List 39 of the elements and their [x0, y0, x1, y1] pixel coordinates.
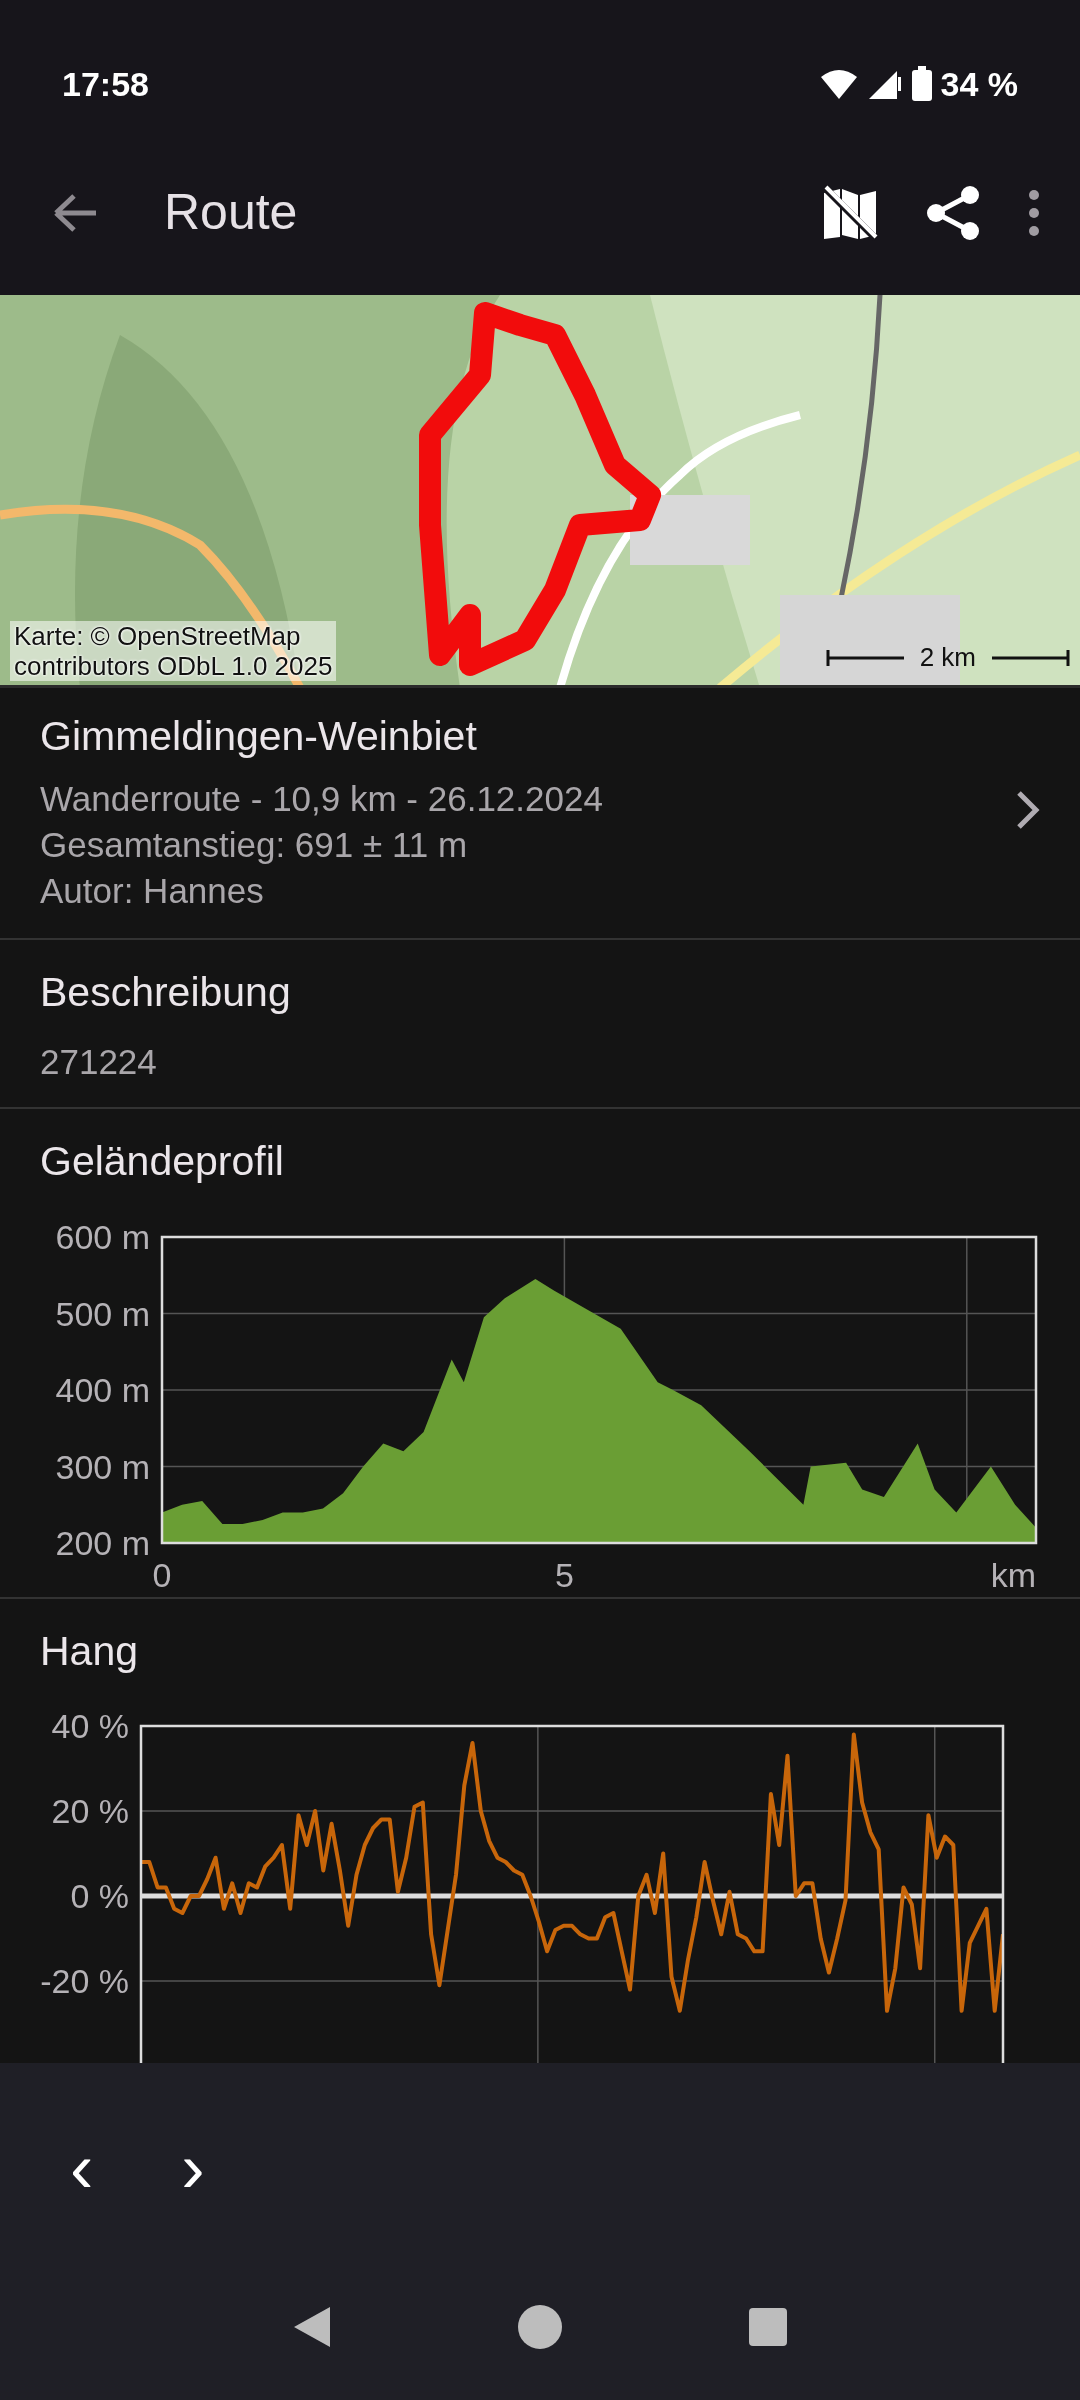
section-heading: Hang: [40, 1626, 139, 1676]
share-icon: [926, 184, 980, 241]
axis-label: 0: [152, 1555, 172, 1587]
wifi-icon: [818, 67, 859, 101]
map-off-icon: [822, 184, 878, 241]
home-circle-icon[interactable]: [517, 2304, 563, 2350]
axis-label: 600 m: [55, 1217, 150, 1256]
map-attribution: Karte: © OpenStreetMap contributors ODbL 1.0 2025: [10, 621, 337, 681]
scale-bar-icon: [825, 647, 906, 668]
route-detail: Wanderroute - 10,9 km - 26.12.2024: [40, 777, 604, 820]
axis-label: -20 %: [40, 1962, 129, 2000]
route-name: Gimmeldingen-Weinbiet: [40, 712, 478, 761]
battery-level: 34 %: [940, 63, 1018, 105]
more-icon: [1028, 188, 1040, 237]
axis-label: 5: [554, 1555, 574, 1587]
axis-label: 300 m: [55, 1447, 150, 1485]
recents-square-icon[interactable]: [747, 2307, 788, 2347]
axis-label: 400 m: [55, 1370, 150, 1409]
previous-button[interactable]: ‹: [50, 2133, 114, 2203]
back-triangle-icon[interactable]: [292, 2305, 333, 2349]
route-detail: Gesamtanstieg: 691 ± 11 m: [40, 823, 469, 866]
axis-label: 20 %: [51, 1792, 129, 1830]
description-text: 271224: [40, 1041, 158, 1083]
axis-title: km: [990, 1555, 1036, 1587]
axis-label: 40 %: [51, 1707, 129, 1745]
scale-label: 2 km: [919, 641, 976, 674]
screen-title: Route: [164, 183, 298, 242]
axis-label: 500 m: [55, 1294, 150, 1332]
route-info-row[interactable]: Gimmeldingen-Weinbiet Wanderroute - 10,9 km - 26.12.2024 Gesamtanstieg: 691 ± 11 m Autor: Hannes: [0, 688, 1080, 940]
scale-bar-icon: [990, 647, 1070, 668]
section-heading: Beschreibung: [40, 967, 292, 1017]
route-detail: Autor: Hannes: [40, 869, 265, 912]
next-button[interactable]: ›: [161, 2133, 225, 2203]
axis-label: 0 %: [70, 1877, 129, 1915]
chevron-right-icon: [1016, 789, 1040, 830]
section-heading: Geländeprofil: [40, 1137, 285, 1186]
axis-label: 200 m: [55, 1523, 150, 1562]
battery-icon: [910, 66, 933, 102]
clock-time: 17:58: [62, 63, 149, 105]
